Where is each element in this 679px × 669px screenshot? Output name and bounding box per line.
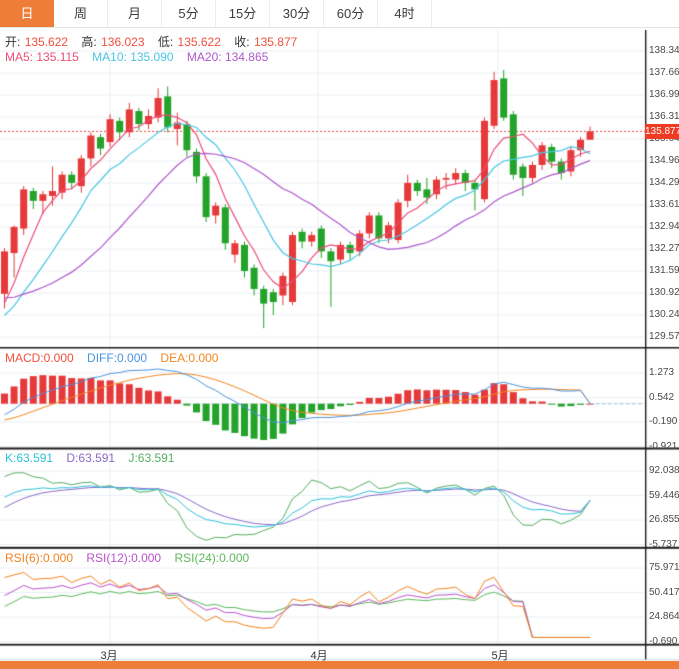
rsi-axis-tick: 50.417 xyxy=(649,586,679,598)
high-value: 136.023 xyxy=(101,35,145,49)
price-axis-tick: 137.666 xyxy=(649,67,679,78)
tab-月[interactable]: 月 xyxy=(108,0,162,27)
tab-日[interactable]: 日 xyxy=(0,0,54,27)
price-axis-tick: 134.968 xyxy=(649,155,679,166)
macd-axis-tick: -0.921 xyxy=(649,440,678,452)
macd-value: MACD:0.000 xyxy=(5,351,74,365)
last-price-tag: 135.877 xyxy=(645,124,679,139)
k-value: K:63.591 xyxy=(5,451,54,465)
rsi24-value: RSI(24):0.000 xyxy=(174,551,250,565)
open-label: 开: xyxy=(5,35,21,49)
kline-chart-canvas[interactable] xyxy=(0,0,679,669)
rsi-legend-row: RSI(6):0.000 RSI(12):0.000 RSI(24):0.000 xyxy=(5,551,259,565)
tab-30分[interactable]: 30分 xyxy=(270,0,324,27)
price-axis-tick: 130.247 xyxy=(649,309,679,320)
close-value: 135.877 xyxy=(253,35,298,49)
ohlc-info-row: 开: 135.622 高: 136.023 低: 135.622 收: 135.… xyxy=(5,33,307,50)
kdj-legend-row: K:63.591 D:63.591 J:63.591 xyxy=(5,451,184,465)
ma10-value: MA10: 135.090 xyxy=(92,50,174,64)
price-axis-tick: 132.945 xyxy=(649,221,679,232)
rsi-axis-tick: 24.864 xyxy=(649,611,679,622)
close-label: 收: xyxy=(234,35,250,49)
rsi12-value: RSI(12):0.000 xyxy=(86,551,162,565)
kdj-axis-tick: 26.855 xyxy=(649,514,679,525)
rsi-axis-tick: -0.690 xyxy=(649,635,678,647)
tab-周[interactable]: 周 xyxy=(54,0,108,27)
tab-15分[interactable]: 15分 xyxy=(216,0,270,27)
diff-value: DIFF:0.000 xyxy=(87,351,148,365)
tab-4时[interactable]: 4时 xyxy=(378,0,432,27)
ma5-value: MA5: 135.115 xyxy=(5,50,79,64)
price-axis-tick: 131.596 xyxy=(649,265,679,276)
price-axis-tick: 136.991 xyxy=(649,89,679,100)
low-value: 135.622 xyxy=(177,35,221,49)
timeframe-tabbar: 日周月 5分 15分 30分 60分 4时 xyxy=(0,0,679,28)
price-axis-tick: 132.271 xyxy=(649,243,679,254)
macd-legend-row: MACD:0.000 DIFF:0.000 DEA:0.000 xyxy=(5,351,228,365)
open-value: 135.622 xyxy=(24,35,69,49)
kdj-axis-tick: 92.038 xyxy=(649,465,679,476)
dea-value: DEA:0.000 xyxy=(160,351,219,365)
macd-axis-tick: 0.542 xyxy=(649,391,675,403)
d-value: D:63.591 xyxy=(66,451,116,465)
macd-axis-tick: -0.190 xyxy=(649,416,678,427)
price-axis-tick: 133.619 xyxy=(649,199,679,210)
j-value: J:63.591 xyxy=(128,451,175,465)
ma20-value: MA20: 134.865 xyxy=(186,50,269,64)
rsi6-value: RSI(6):0.000 xyxy=(5,551,74,565)
tab-5分[interactable]: 5分 xyxy=(162,0,216,27)
tab-60分[interactable]: 60分 xyxy=(324,0,378,27)
ma-legend-row: MA5: 135.115 MA10: 135.090 MA20: 134.865 xyxy=(5,50,278,64)
price-axis-tick: 134.294 xyxy=(649,177,679,188)
kline-chart-app: 日周月 5分 15分 30分 60分 4时 开: 135.622 高: 136.023 低… xyxy=(0,0,679,669)
macd-axis-tick: 1.273 xyxy=(649,367,675,378)
bottom-accent-bar xyxy=(0,661,679,669)
high-label: 高: xyxy=(81,35,97,49)
kdj-axis-tick: 59.446 xyxy=(649,489,679,501)
price-axis-tick: 130.922 xyxy=(649,287,679,298)
price-axis-tick: 129.573 xyxy=(649,331,679,342)
low-label: 低: xyxy=(157,35,174,49)
rsi-axis-tick: 75.971 xyxy=(649,562,679,573)
price-axis-tick: 136.317 xyxy=(649,111,679,122)
kdj-axis-tick: -5.737 xyxy=(649,538,678,550)
price-axis-tick: 138.340 xyxy=(649,45,679,56)
